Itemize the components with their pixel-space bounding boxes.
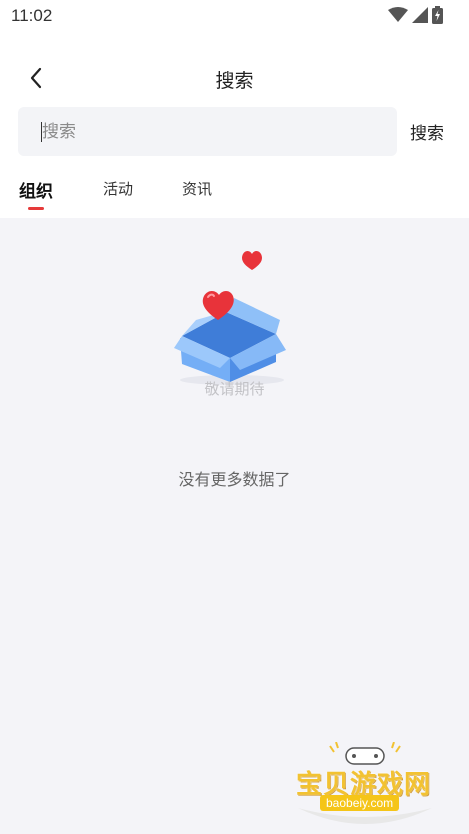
search-input[interactable] [42,107,382,156]
status-bar: 11:02 [0,0,469,32]
open-box-with-hearts-illustration [174,251,286,385]
search-button[interactable]: 搜索 [410,119,444,144]
cellular-signal-icon [412,7,428,23]
tab-bar: 组织 活动 资讯 [0,172,469,216]
no-more-data-text: 没有更多数据了 [178,470,291,489]
wifi-icon [388,7,408,22]
active-tab-indicator [28,207,44,210]
watermark-url: baobeiy.com [320,795,400,811]
tab-news[interactable]: 资讯 [182,178,212,199]
battery-charging-icon [432,6,443,24]
search-box[interactable] [18,107,397,156]
status-icons [388,6,443,24]
search-row: 搜索 [0,106,469,158]
tab-organization[interactable]: 组织 [19,177,53,202]
nav-bar: 搜索 [0,52,469,104]
page-title: 搜索 [215,70,254,92]
tab-activities[interactable]: 活动 [103,178,133,199]
status-time: 11:02 [11,6,53,25]
watermark-logo: 宝贝游戏网 baobeiy.com [290,742,440,830]
empty-state-caption: 敬请期待 [204,380,265,398]
